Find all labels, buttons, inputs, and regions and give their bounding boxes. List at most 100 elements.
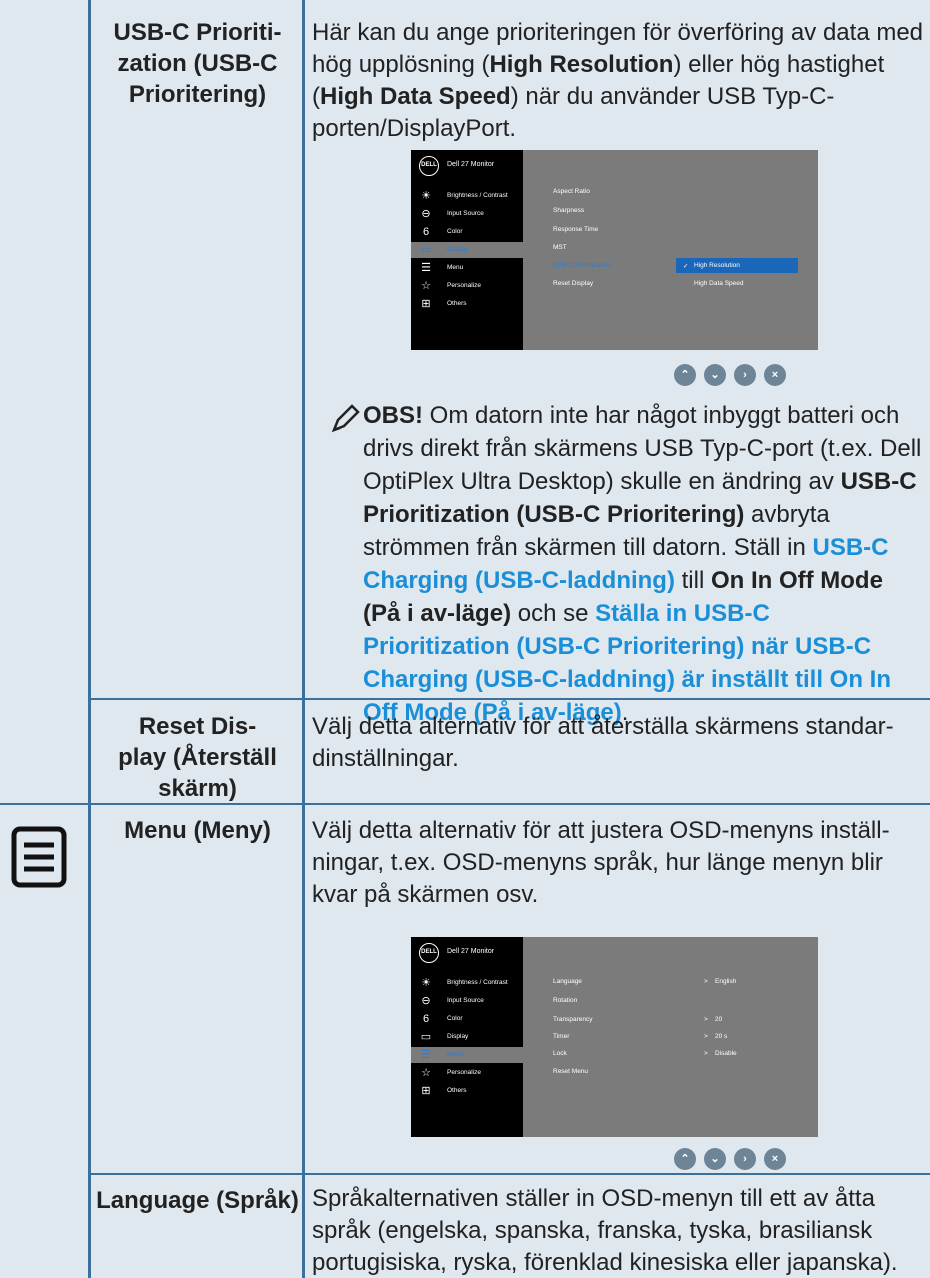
osd-val-timer: 20 s xyxy=(715,1033,728,1040)
osd-item-personalize: ☆ Personalize xyxy=(411,1065,523,1081)
reset-desc: Välj detta alternativ för att återställa… xyxy=(312,713,894,772)
up-icon: ⌃ xyxy=(674,1148,696,1170)
osd-item-label: Menu xyxy=(447,264,464,271)
osd-val-transparency: 20 xyxy=(715,1016,723,1023)
usbc-label: USB-C Prioriti- zation (USB-C Prioriteri… xyxy=(113,19,282,108)
osd-opt-aspect: Aspect Ratio xyxy=(553,188,590,195)
osd-nav-buttons: ⌃ ⌄ › × xyxy=(674,364,786,386)
osd-title: Dell 27 Monitor xyxy=(447,161,495,168)
check-icon: ✓ xyxy=(683,263,689,270)
pencil-note-icon xyxy=(331,404,360,433)
dell-logo: DELL xyxy=(419,156,439,176)
osd-val-lock: Disable xyxy=(715,1050,737,1057)
osd-item-others: ⊞ Others xyxy=(411,1083,523,1099)
monitor-icon: ▭ xyxy=(420,1031,432,1043)
osd-opt-transparency: Transparency xyxy=(553,1016,593,1023)
menu-desc: Välj detta alternativ för att justera OS… xyxy=(312,817,890,908)
star-icon: ☆ xyxy=(421,1067,431,1079)
chevron-right-icon: > xyxy=(704,1016,708,1023)
osd-opt-lock: Lock xyxy=(553,1050,567,1057)
sun-icon: ☀ xyxy=(421,190,431,202)
osd-opt-sharpness: Sharpness xyxy=(553,207,585,214)
osd-item-personalize: ☆ Personalize xyxy=(411,278,523,294)
osd-item-color: 6 Color xyxy=(411,1011,523,1027)
row-label-reset: Reset Dis- play (Återställ skärm) xyxy=(95,711,300,804)
chevron-right-icon: > xyxy=(704,1050,708,1057)
osd-item-brightness: ☀ Brightness / Contrast xyxy=(411,975,523,991)
language-desc: Språkalternativen ställer in OSD-menyn t… xyxy=(312,1185,898,1276)
osd-menu-screenshot: DELL Dell 27 Monitor ☀ Brightness / Contr… xyxy=(411,937,818,1137)
close-icon: × xyxy=(764,364,786,386)
osd-item-label: Display xyxy=(447,1033,469,1040)
osd-val-high-res: High Resolution xyxy=(694,262,740,269)
osd-item-others: ⊞ Others xyxy=(411,296,523,312)
osd-item-label: Brightness / Contrast xyxy=(447,192,508,199)
chevron-right-icon: > xyxy=(704,978,708,985)
usbc-desc-high-res: High Resolution xyxy=(489,51,674,78)
osd-opt-mst: MST xyxy=(553,244,567,251)
note-obs-label: OBS! xyxy=(363,402,423,429)
osd-item-color: 6 Color xyxy=(411,224,523,240)
row-desc-language: Språkalternativen ställer in OSD-menyn t… xyxy=(312,1183,924,1278)
table-hline-3 xyxy=(88,1173,930,1175)
table-vline-1 xyxy=(88,0,91,1278)
input-icon: ⊖ xyxy=(421,208,431,220)
osd-item-label: Color xyxy=(447,228,463,235)
note-text-part1: Om datorn inte har något inbyggt batteri… xyxy=(363,402,922,495)
row-desc-menu: Välj detta alternativ för att justera OS… xyxy=(312,815,924,911)
row-desc-reset: Välj detta alternativ för att återställa… xyxy=(312,711,924,775)
osd-val-high-speed: High Data Speed xyxy=(694,280,744,287)
row-label-menu: Menu (Meny) xyxy=(95,815,300,846)
osd-nav-buttons: ⌃ ⌄ › × xyxy=(674,1148,786,1170)
osd-item-label: Others xyxy=(447,300,467,307)
others-icon: ⊞ xyxy=(421,298,431,310)
row-label-usbc: USB-C Prioriti- zation (USB-C Prioriteri… xyxy=(95,17,300,110)
osd-val-language: English xyxy=(715,978,737,985)
osd-opt-language: Language xyxy=(553,978,582,985)
osd-opt-response: Response Time xyxy=(553,226,599,233)
sun-icon: ☀ xyxy=(421,977,431,989)
table-vline-2 xyxy=(302,0,305,1278)
osd-item-label: Input Source xyxy=(447,997,484,1004)
others-icon: ⊞ xyxy=(421,1085,431,1097)
osd-item-label: Others xyxy=(447,1087,467,1094)
menu-icon xyxy=(11,826,67,888)
menu-icon: ☰ xyxy=(421,262,431,274)
row-desc-usbc: Här kan du ange prioriteringen för överf… xyxy=(312,17,924,145)
osd-item-display: ▭ Display xyxy=(411,1029,523,1045)
up-icon: ⌃ xyxy=(674,364,696,386)
osd-opt-rotation: Rotation xyxy=(553,997,578,1004)
usbc-desc-high-speed: High Data Speed xyxy=(320,83,511,110)
note-text: OBS! Om datorn inte har något inbyggt ba… xyxy=(363,399,923,729)
osd-opt-usbc: USB-C Prioritization xyxy=(553,262,611,269)
dell-logo: DELL xyxy=(419,943,439,963)
osd-item-menu: ☰ Menu xyxy=(411,260,523,276)
row-label-language: Language (Språk) xyxy=(95,1185,300,1216)
osd-item-brightness: ☀ Brightness / Contrast xyxy=(411,188,523,204)
menu-label: Menu (Meny) xyxy=(124,817,271,844)
right-icon: › xyxy=(734,364,756,386)
star-icon: ☆ xyxy=(421,280,431,292)
note-text-part3: till xyxy=(674,567,711,594)
note-text-part4: och se xyxy=(511,600,596,627)
reset-label: Reset Dis- play (Återställ skärm) xyxy=(118,713,277,802)
input-icon: ⊖ xyxy=(421,995,431,1007)
osd-item-label: Personalize xyxy=(447,1069,481,1076)
down-icon: ⌄ xyxy=(704,1148,726,1170)
menu-icon: ☰ xyxy=(421,1049,431,1061)
close-icon: × xyxy=(764,1148,786,1170)
osd-item-label: Brightness / Contrast xyxy=(447,979,508,986)
osd-opt-reset-menu: Reset Menu xyxy=(553,1068,589,1075)
osd-item-display: ▭ Display xyxy=(411,242,523,258)
osd-title: Dell 27 Monitor xyxy=(447,948,495,955)
down-icon: ⌄ xyxy=(704,364,726,386)
language-label: Language (Språk) xyxy=(96,1187,299,1214)
chevron-right-icon: > xyxy=(704,1033,708,1040)
osd-item-label: Personalize xyxy=(447,282,481,289)
color-icon: 6 xyxy=(422,226,430,238)
osd-item-label: Input Source xyxy=(447,210,484,217)
osd-opt-reset: Reset Display xyxy=(553,280,594,287)
osd-item-input: ⊖ Input Source xyxy=(411,206,523,222)
monitor-icon: ▭ xyxy=(420,244,432,256)
osd-item-menu: ☰ Menu xyxy=(411,1047,523,1063)
